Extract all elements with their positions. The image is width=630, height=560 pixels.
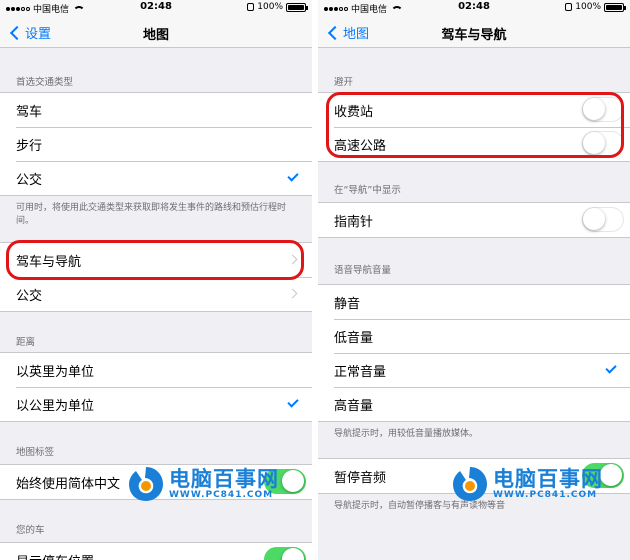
highlight-circle — [326, 92, 624, 158]
show-parked-location-row: 显示停车位置 — [0, 543, 312, 560]
watermark-title: 电脑百事网 — [169, 467, 279, 491]
nav-bar: 地图 驾车与导航 — [318, 16, 630, 48]
battery-percent: 100% — [257, 2, 283, 12]
battery-percent: 100% — [575, 2, 601, 12]
watermark-title: 电脑百事网 — [493, 467, 603, 491]
section-header-your-car: 您的车 — [16, 525, 45, 536]
volume-normal-option[interactable]: 正常音量 — [318, 353, 630, 387]
voice-volume-footer: 导航提示时，用较低音量播放媒体。 — [334, 429, 479, 439]
status-bar: 中国电信 02:48 100% — [318, 0, 630, 16]
section-header-voice-volume: 语音导航音量 — [334, 265, 392, 276]
pc841-logo-icon — [453, 467, 487, 501]
watermark: 电脑百事网 WWW.PC841.COM — [126, 464, 279, 504]
transport-option-drive[interactable]: 驾车 — [0, 93, 312, 127]
compass-row: 指南针 — [318, 203, 630, 237]
transit-link[interactable]: 公交 — [0, 277, 312, 311]
volume-low-option[interactable]: 低音量 — [318, 319, 630, 353]
highlight-circle — [6, 240, 304, 280]
pc841-logo-icon — [129, 467, 163, 501]
orientation-lock-icon — [247, 3, 255, 11]
section-header-transport: 首选交通类型 — [16, 77, 74, 88]
volume-loud-option[interactable]: 高音量 — [318, 387, 630, 421]
transport-option-transit[interactable]: 公交 — [0, 161, 312, 195]
distance-unit-list: 以英里为单位 以公里为单位 — [0, 352, 312, 422]
status-bar: 中国电信 02:48 100% — [0, 0, 312, 16]
section-header-avoid: 避开 — [334, 77, 354, 88]
watermark-url: WWW.PC841.COM — [169, 490, 274, 500]
section-header-distance: 距离 — [16, 337, 36, 348]
nav-bar: 设置 地图 — [0, 16, 312, 48]
your-car-list: 显示停车位置 — [0, 542, 312, 560]
transport-footer-note: 可用时，将使用此交通类型来获取即将发生事件的路线和预估行程时间。 — [16, 203, 287, 226]
transport-type-list: 驾车 步行 公交 — [0, 92, 312, 196]
distance-km-option[interactable]: 以公里为单位 — [0, 387, 312, 421]
watermark: 电脑百事网 WWW.PC841.COM — [450, 464, 603, 504]
distance-miles-option[interactable]: 以英里为单位 — [0, 353, 312, 387]
battery-icon — [604, 2, 626, 12]
page-title: 驾车与导航 — [441, 28, 507, 43]
parked-location-toggle[interactable] — [264, 547, 306, 560]
volume-mute-option[interactable]: 静音 — [318, 285, 630, 319]
section-header-map-labels: 地图标签 — [16, 447, 55, 458]
voice-volume-list: 静音 低音量 正常音量 高音量 — [318, 284, 630, 422]
section-header-show-in-navigation: 在“导航”中显示 — [334, 185, 401, 196]
watermark-url: WWW.PC841.COM — [493, 490, 598, 500]
transport-option-walk[interactable]: 步行 — [0, 127, 312, 161]
compass-toggle[interactable] — [582, 207, 624, 232]
page-title: 地图 — [142, 28, 169, 43]
battery-icon — [286, 2, 308, 12]
orientation-lock-icon — [565, 3, 573, 11]
show-in-navigation-list: 指南针 — [318, 202, 630, 238]
